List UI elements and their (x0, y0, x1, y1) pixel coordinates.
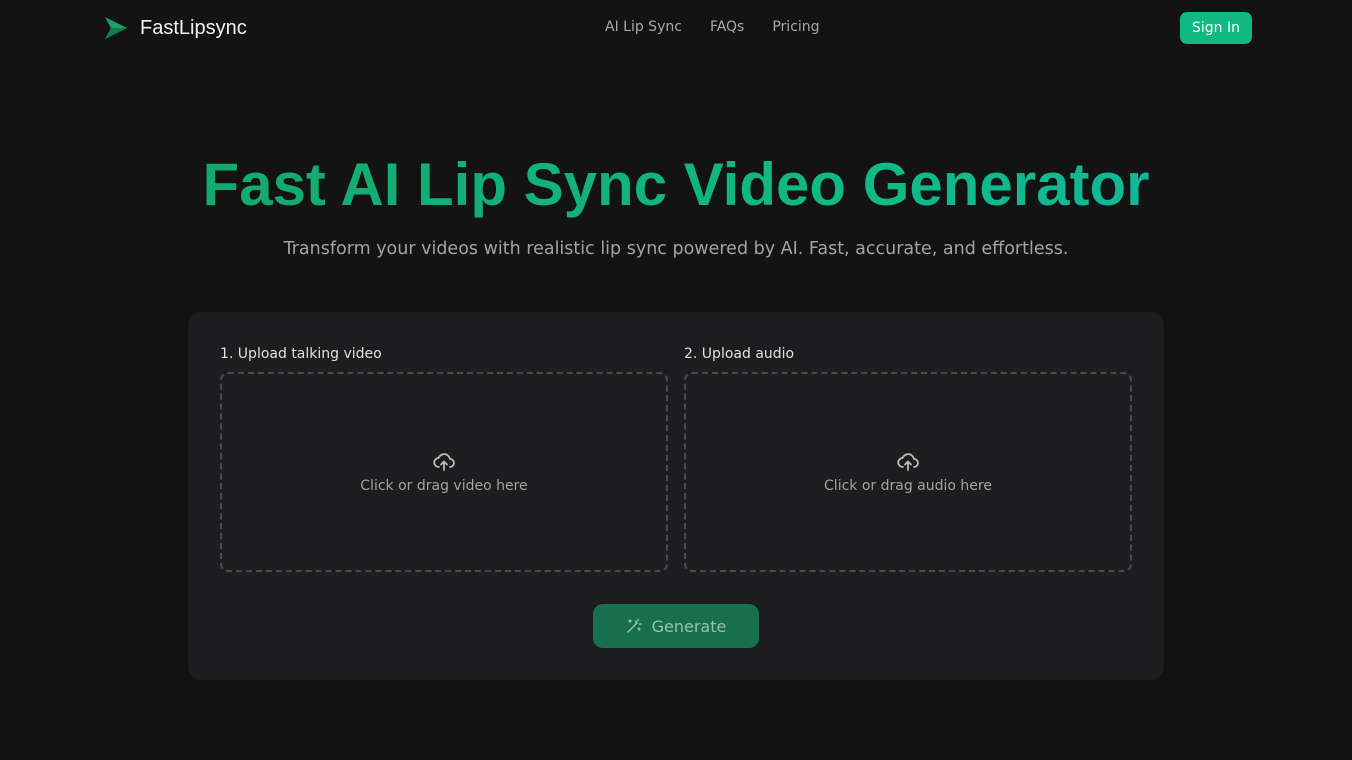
logo[interactable]: FastLipsync (104, 16, 247, 40)
cloud-upload-icon (433, 453, 455, 471)
video-dropzone[interactable]: Click or drag video here (220, 372, 668, 572)
logo-icon (105, 17, 127, 39)
audio-upload-label: 2. Upload audio (684, 346, 795, 362)
video-dropzone-hint: Click or drag video here (360, 478, 528, 494)
top-nav: FastLipsync AI Lip Sync FAQs Pricing Sig… (0, 0, 1352, 56)
subtitle: Transform your videos with realistic lip… (283, 239, 1069, 259)
page-title: Fast AI Lip Sync Video Generator (0, 150, 1352, 219)
generate-label: Generate (651, 616, 727, 636)
magic-wand-icon (626, 618, 642, 633)
nav-ai-lip-sync[interactable]: AI Lip Sync (605, 19, 682, 35)
cloud-upload-icon (897, 453, 919, 471)
upload-card: 1. Upload talking video Click or drag vi… (188, 312, 1164, 680)
video-upload-label: 1. Upload talking video (220, 346, 382, 362)
audio-dropzone[interactable]: Click or drag audio here (684, 372, 1132, 572)
generate-button[interactable]: Generate (593, 604, 759, 648)
nav-pricing[interactable]: Pricing (772, 19, 819, 35)
nav-faqs[interactable]: FAQs (710, 19, 744, 35)
audio-dropzone-hint: Click or drag audio here (824, 478, 992, 494)
sign-in-button[interactable]: Sign In (1180, 12, 1252, 44)
brand-name: FastLipsync (140, 16, 247, 39)
